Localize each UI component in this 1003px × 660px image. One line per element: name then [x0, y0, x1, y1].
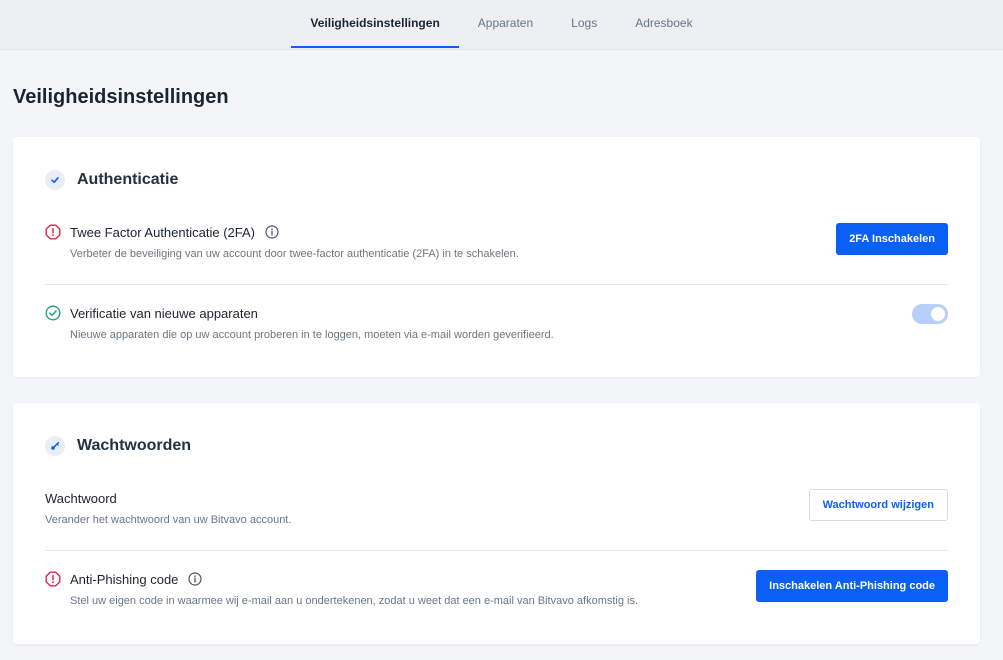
device-verification-toggle[interactable] [912, 304, 948, 324]
twofa-row: Twee Factor Authenticatie (2FA) Verbeter… [45, 224, 948, 260]
top-navigation: Veiligheidsinstellingen Apparaten Logs A… [0, 0, 1003, 50]
page-title: Veiligheidsinstellingen [13, 86, 229, 108]
authentication-header: Authenticatie [45, 170, 178, 190]
divider [45, 284, 948, 285]
enable-2fa-button[interactable]: 2FA Inschakelen [836, 223, 948, 255]
password-title: Wachtwoord [45, 491, 117, 506]
info-icon[interactable] [265, 225, 279, 239]
tab-veiligheidsinstellingen[interactable]: Veiligheidsinstellingen [291, 0, 460, 48]
enable-anti-phishing-button[interactable]: Inschakelen Anti-Phishing code [756, 570, 948, 602]
twofa-description: Verbeter de beveiliging van uw account d… [70, 248, 519, 260]
info-icon[interactable] [188, 572, 203, 586]
device-verification-description: Nieuwe apparaten die op uw account probe… [70, 329, 554, 341]
authentication-title: Authenticatie [77, 171, 179, 188]
toggle-knob [931, 307, 945, 321]
divider [45, 550, 948, 551]
warning-icon [45, 571, 61, 587]
tab-adresboek[interactable]: Adresboek [616, 0, 711, 48]
passwords-card: Wachtwoorden Wachtwoord Verander het wac… [13, 403, 980, 644]
anti-phishing-title: Anti-Phishing code [70, 571, 179, 587]
check-circle-icon [45, 305, 61, 321]
passwords-title: Wachtwoorden [77, 437, 192, 454]
passwords-header: Wachtwoorden [45, 436, 191, 456]
key-icon [45, 436, 65, 456]
device-verification-row: Verificatie van nieuwe apparaten Nieuwe … [45, 305, 948, 341]
check-icon [45, 170, 65, 190]
tab-logs[interactable]: Logs [552, 0, 616, 48]
authentication-card: Authenticatie Twee Factor Authenticatie … [13, 137, 980, 377]
change-password-button[interactable]: Wachtwoord wijzigen [808, 489, 948, 521]
tab-apparaten[interactable]: Apparaten [459, 0, 552, 48]
twofa-title: Twee Factor Authenticatie (2FA) [70, 224, 255, 240]
device-verification-title: Verificatie van nieuwe apparaten [70, 305, 258, 321]
warning-icon [45, 224, 61, 240]
